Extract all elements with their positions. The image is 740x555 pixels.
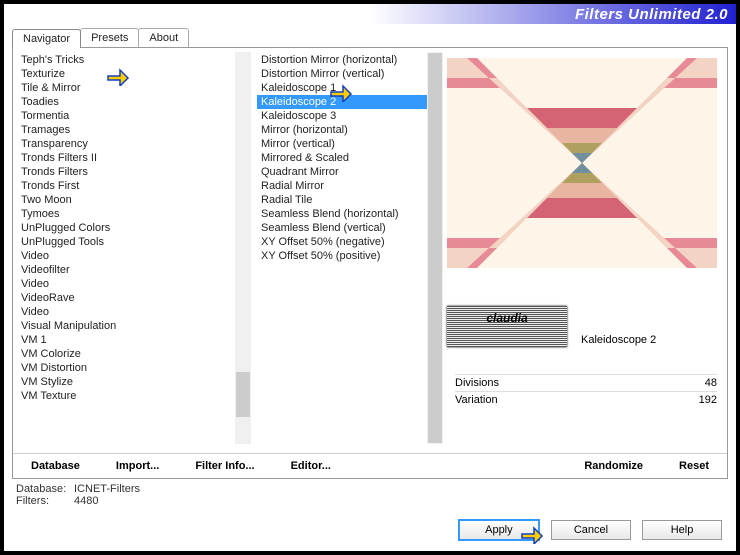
tab-about[interactable]: About [138,28,189,47]
help-button[interactable]: Help [642,520,722,540]
dialog-buttons: Apply Cancel Help [450,519,722,541]
list-item[interactable]: Kaleidoscope 2 [257,95,439,109]
list-item[interactable]: VideoRave [17,291,249,305]
list-item[interactable]: Texturize [17,67,249,81]
cancel-button[interactable]: Cancel [551,520,631,540]
filter-name-label: Kaleidoscope 2 [581,334,656,346]
list-item[interactable]: Distortion Mirror (vertical) [257,67,439,81]
title-bar: Filters Unlimited 2.0 [4,4,736,24]
param-value: 48 [705,377,717,389]
list-item[interactable]: Radial Tile [257,193,439,207]
filter-list[interactable]: Distortion Mirror (horizontal)Distortion… [257,52,439,444]
list-item[interactable]: Tronds Filters II [17,151,249,165]
list-item[interactable]: VM 1 [17,333,249,347]
list-item[interactable]: Tronds First [17,179,249,193]
list-item[interactable]: XY Offset 50% (negative) [257,235,439,249]
list-item[interactable]: UnPlugged Tools [17,235,249,249]
list-item[interactable]: VM Colorize [17,347,249,361]
params-area: Divisions 48 Variation 192 [455,374,717,408]
randomize-button[interactable]: Randomize [584,460,643,472]
param-label: Variation [455,394,498,406]
list-item[interactable]: Videofilter [17,263,249,277]
list-item[interactable]: Visual Manipulation [17,319,249,333]
list-item[interactable]: Video [17,249,249,263]
list-item[interactable]: UnPlugged Colors [17,221,249,235]
tab-navigator[interactable]: Navigator [12,29,81,48]
list-item[interactable]: Seamless Blend (vertical) [257,221,439,235]
list-item[interactable]: Tile & Mirror [17,81,249,95]
list-item[interactable]: XY Offset 50% (positive) [257,249,439,263]
panel-bottom-bar: Database Import... Filter Info... Editor… [13,453,727,472]
reset-button[interactable]: Reset [679,460,709,472]
list-item[interactable]: Toadies [17,95,249,109]
tab-presets[interactable]: Presets [80,28,139,47]
category-scrollbar[interactable] [235,52,251,444]
import-button[interactable]: Import... [116,460,159,472]
list-item[interactable]: Seamless Blend (horizontal) [257,207,439,221]
list-item[interactable]: Tormentia [17,109,249,123]
list-item[interactable]: VM Distortion [17,361,249,375]
category-list[interactable]: Teph's TricksTexturizeTile & MirrorToadi… [17,52,249,444]
list-item[interactable]: Kaleidoscope 1 [257,81,439,95]
list-item[interactable]: Kaleidoscope 3 [257,109,439,123]
database-button[interactable]: Database [31,460,80,472]
list-item[interactable]: Quadrant Mirror [257,165,439,179]
list-item[interactable]: Tronds Filters [17,165,249,179]
list-item[interactable]: Mirror (vertical) [257,137,439,151]
list-item[interactable]: Video [17,277,249,291]
list-item[interactable]: Teph's Tricks [17,53,249,67]
list-item[interactable]: VM Texture [17,389,249,403]
filter-info-button[interactable]: Filter Info... [195,460,254,472]
param-row[interactable]: Divisions 48 [455,374,717,391]
list-item[interactable]: Mirror (horizontal) [257,123,439,137]
list-item[interactable]: Radial Mirror [257,179,439,193]
status-info: Database:ICNET-Filters Filters:4480 [16,483,728,507]
param-value: 192 [699,394,717,406]
list-item[interactable]: VM Stylize [17,375,249,389]
list-item[interactable]: Transparency [17,137,249,151]
list-item[interactable]: Two Moon [17,193,249,207]
filter-scrollbar[interactable] [427,52,443,444]
preview-image [447,58,717,268]
tab-strip: Navigator Presets About [12,28,728,47]
param-label: Divisions [455,377,499,389]
list-item[interactable]: Distortion Mirror (horizontal) [257,53,439,67]
list-item[interactable]: Mirrored & Scaled [257,151,439,165]
apply-button[interactable]: Apply [458,519,540,541]
list-item[interactable]: Tramages [17,123,249,137]
main-panel: Teph's TricksTexturizeTile & MirrorToadi… [12,47,728,479]
param-row[interactable]: Variation 192 [455,391,717,408]
list-item[interactable]: Video [17,305,249,319]
list-item[interactable]: Tymoes [17,207,249,221]
watermark-badge: claudia [447,306,567,347]
editor-button[interactable]: Editor... [291,460,331,472]
